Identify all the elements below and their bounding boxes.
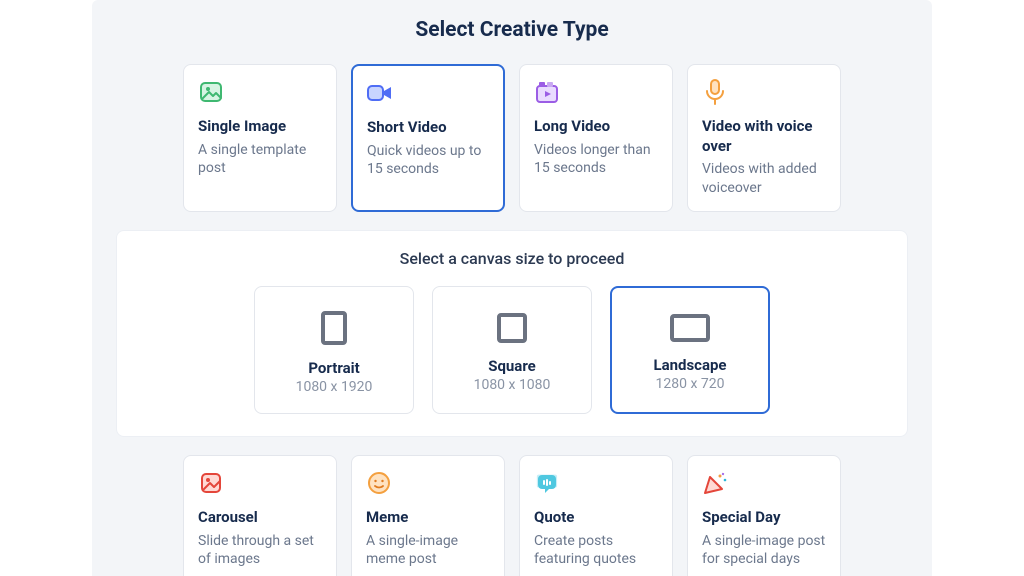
card-title: Carousel	[198, 508, 322, 528]
page-title: Select Creative Type	[92, 0, 932, 64]
creative-type-short-video[interactable]: Short Video Quick videos up to 15 second…	[351, 64, 505, 212]
canvas-size-panel: Select a canvas size to proceed Portrait…	[116, 230, 908, 437]
creative-type-carousel[interactable]: Carousel Slide through a set of images	[183, 455, 337, 576]
canvas-dims-label: 1080 x 1920	[296, 379, 373, 395]
card-desc: Videos longer than 15 seconds	[534, 141, 658, 179]
card-desc: Videos with added voiceover	[702, 160, 826, 198]
canvas-title-label: Portrait	[308, 359, 359, 377]
card-title: Video with voice over	[702, 117, 826, 156]
card-title: Short Video	[367, 118, 489, 138]
card-title: Meme	[366, 508, 490, 528]
canvas-title-label: Square	[488, 357, 536, 375]
canvas-dims-label: 1280 x 720	[656, 376, 725, 392]
canvas-option-square[interactable]: Square 1080 x 1080	[432, 286, 592, 414]
card-desc: Quick videos up to 15 seconds	[367, 142, 489, 180]
canvas-size-row: Portrait 1080 x 1920 Square 1080 x 1080 …	[135, 286, 889, 414]
canvas-size-title: Select a canvas size to proceed	[135, 249, 889, 268]
image-icon	[198, 79, 224, 105]
creative-type-single-image[interactable]: Single Image A single template post	[183, 64, 337, 212]
card-desc: Create posts featuring quotes	[534, 532, 658, 570]
card-desc: A single-image meme post	[366, 532, 490, 570]
card-desc: A single-image post for special days	[702, 532, 826, 570]
smiley-icon	[366, 470, 392, 496]
card-title: Single Image	[198, 117, 322, 137]
quote-icon	[534, 470, 560, 496]
short-video-icon	[367, 80, 393, 106]
portrait-shape-icon	[321, 311, 347, 345]
creative-type-panel: Select Creative Type Single Image A sing…	[92, 0, 932, 576]
card-desc: Slide through a set of images	[198, 532, 322, 570]
canvas-title-label: Landscape	[653, 356, 726, 374]
more-creative-type-row: Carousel Slide through a set of images M…	[92, 455, 932, 576]
microphone-icon	[702, 79, 728, 105]
creative-type-special-day[interactable]: Special Day A single-image post for spec…	[687, 455, 841, 576]
creative-type-video-voice-over[interactable]: Video with voice over Videos with added …	[687, 64, 841, 212]
creative-type-meme[interactable]: Meme A single-image meme post	[351, 455, 505, 576]
creative-type-long-video[interactable]: Long Video Videos longer than 15 seconds	[519, 64, 673, 212]
carousel-icon	[198, 470, 224, 496]
canvas-dims-label: 1080 x 1080	[474, 377, 551, 393]
confetti-icon	[702, 470, 728, 496]
canvas-option-landscape[interactable]: Landscape 1280 x 720	[610, 286, 770, 414]
square-shape-icon	[497, 313, 527, 343]
card-desc: A single template post	[198, 141, 322, 179]
page-outer: Select Creative Type Single Image A sing…	[0, 0, 1024, 576]
card-title: Special Day	[702, 508, 826, 528]
canvas-option-portrait[interactable]: Portrait 1080 x 1920	[254, 286, 414, 414]
card-title: Long Video	[534, 117, 658, 137]
creative-type-row: Single Image A single template post Shor…	[92, 64, 932, 230]
creative-type-quote[interactable]: Quote Create posts featuring quotes	[519, 455, 673, 576]
landscape-shape-icon	[670, 314, 710, 342]
long-video-icon	[534, 79, 560, 105]
card-title: Quote	[534, 508, 658, 528]
